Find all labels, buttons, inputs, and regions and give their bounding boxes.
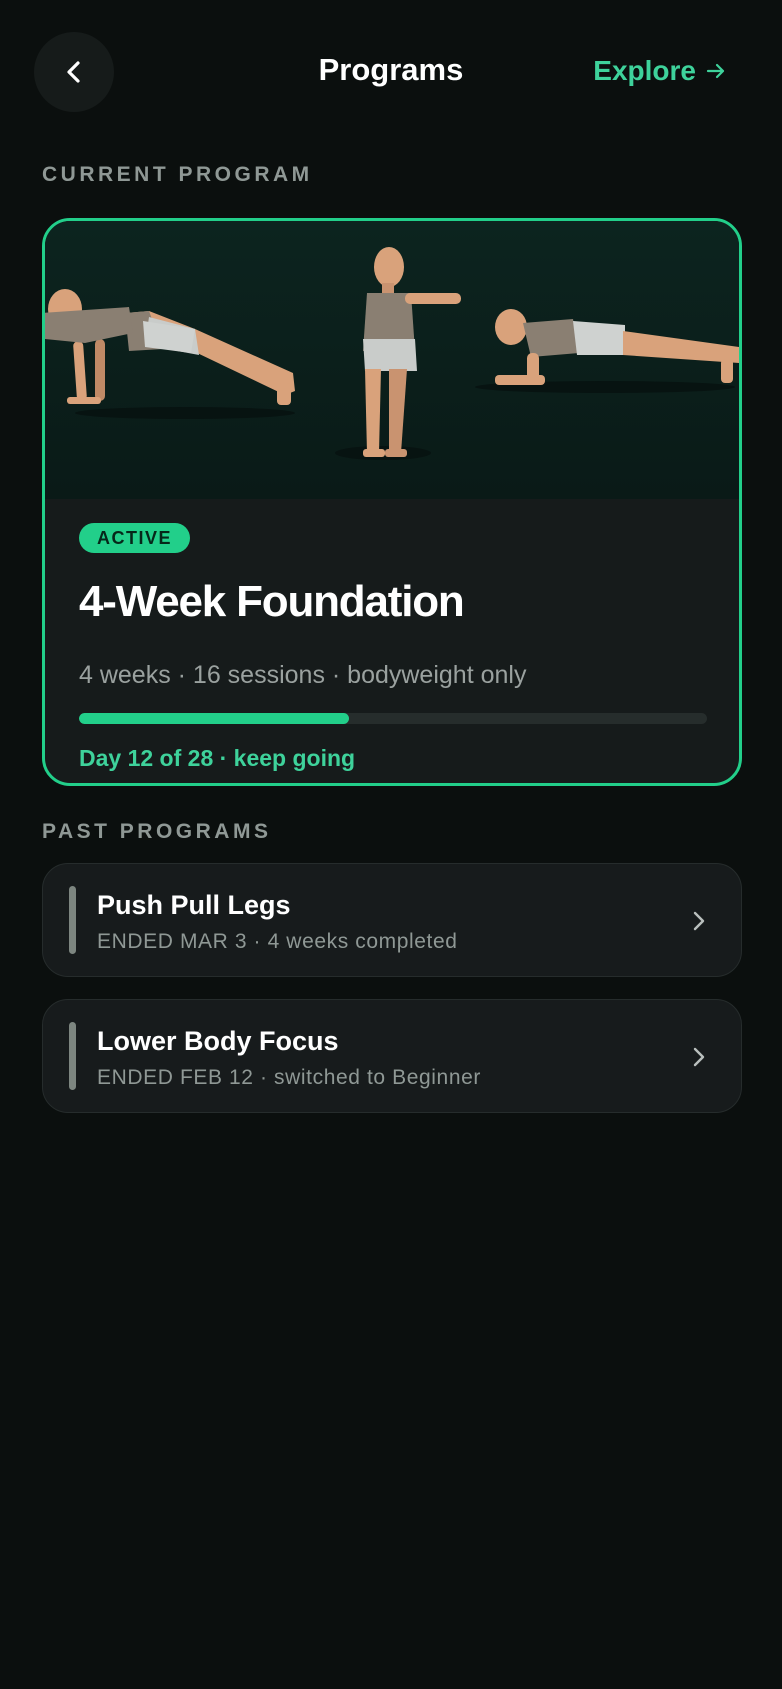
- past-program-title: Push Pull Legs: [97, 890, 291, 920]
- programs-screen: Programs Explore CURRENT PROGRAM ACTIVE …: [0, 0, 782, 1689]
- past-program-marker: [69, 1022, 76, 1090]
- program-hero-image: [45, 221, 739, 499]
- program-progress-fill: [79, 713, 350, 724]
- past-program-marker: [69, 886, 76, 954]
- arrow-right-icon: [706, 63, 725, 79]
- program-title: 4-Week Foundation: [79, 577, 465, 626]
- back-button[interactable]: [34, 32, 114, 112]
- past-program-title: Lower Body Focus: [97, 1026, 339, 1056]
- program-card-body: ACTIVE 4-Week Foundation 4 weeks · 16 se…: [45, 499, 739, 783]
- past-program-item[interactable]: Lower Body Focus ENDED FEB 12 · switched…: [42, 999, 742, 1113]
- past-program-item[interactable]: Push Pull Legs ENDED MAR 3 · 4 weeks com…: [42, 863, 742, 977]
- chevron-left-icon: [67, 61, 80, 83]
- explore-link[interactable]: Explore: [593, 55, 726, 87]
- status-badge: ACTIVE: [79, 523, 191, 553]
- chevron-right-icon: [693, 911, 705, 931]
- current-program-card[interactable]: ACTIVE 4-Week Foundation 4 weeks · 16 se…: [42, 218, 742, 786]
- chevron-right-icon: [693, 1047, 705, 1067]
- past-program-subtitle: ENDED FEB 12 · switched to Beginner: [97, 1066, 481, 1089]
- current-program-heading: CURRENT PROGRAM: [42, 163, 313, 186]
- past-program-subtitle: ENDED MAR 3 · 4 weeks completed: [97, 930, 458, 953]
- past-programs-heading: PAST PROGRAMS: [42, 820, 272, 843]
- explore-label: Explore: [593, 55, 696, 86]
- program-meta: 4 weeks · 16 sessions · bodyweight only: [79, 661, 527, 689]
- program-progress-bar: [79, 713, 707, 724]
- program-progress-text: Day 12 of 28 · keep going: [79, 745, 356, 771]
